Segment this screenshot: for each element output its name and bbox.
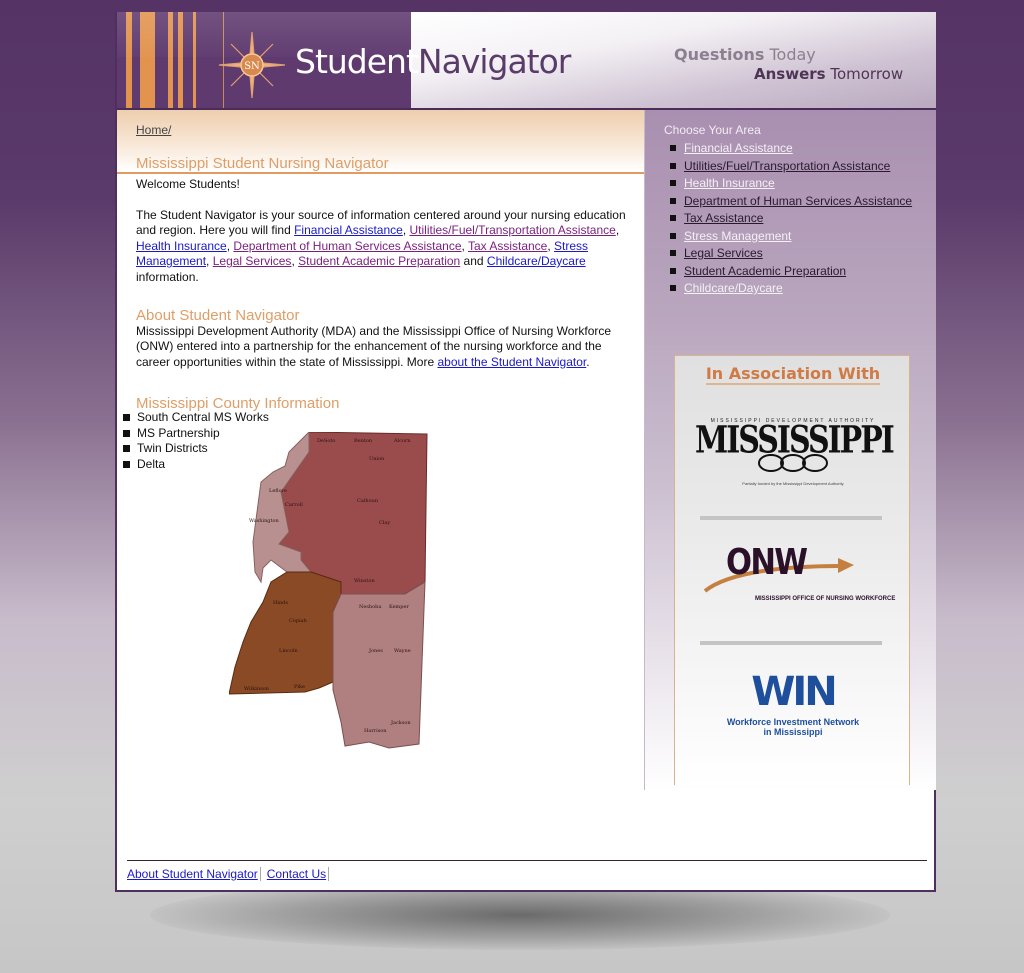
association-panel: In Association With MISSISSIPPI DEVELOPM…: [674, 355, 910, 785]
page-title: Mississippi Student Nursing Navigator: [136, 155, 389, 172]
onw-logo-name: ONW: [726, 542, 808, 583]
svg-text:Copiah: Copiah: [289, 618, 308, 624]
svg-text:Benton: Benton: [354, 438, 373, 444]
about-link[interactable]: about the Student Navigator: [437, 355, 586, 369]
sep: ,: [402, 223, 410, 237]
footer-divider: [127, 860, 927, 861]
svg-text:Harrison: Harrison: [364, 728, 387, 734]
footer-nav: About Student Navigator Contact Us: [127, 867, 335, 881]
svg-text:Wilkinson: Wilkinson: [244, 686, 270, 692]
brand-part1: Student: [295, 42, 419, 81]
onw-logo-sub: MISSISSIPPI OFFICE OF NURSING WORKFORCE: [755, 596, 896, 602]
sidebar: Choose Your Area Financial Assistance Ut…: [644, 110, 936, 790]
svg-text:Pike: Pike: [294, 684, 305, 690]
sidebar-item-dhs[interactable]: Department of Human Services Assistance: [684, 194, 912, 208]
svg-text:Jones: Jones: [368, 648, 383, 654]
intro-link-legal[interactable]: Legal Services: [213, 254, 292, 268]
county-item[interactable]: South Central MS Works: [123, 410, 269, 426]
onw-logo[interactable]: ONW MISSISSIPPI OFFICE OF NURSING WORKFO…: [700, 542, 895, 616]
win-logo-name: WIN: [751, 669, 837, 715]
sidebar-nav: Financial Assistance Utilities/Fuel/Tran…: [670, 140, 912, 298]
mda-logo-name: MISSISSIPPI: [695, 418, 895, 463]
svg-text:SN: SN: [244, 61, 260, 72]
sidebar-item-childcare[interactable]: Childcare/Daycare: [684, 281, 783, 295]
association-title: In Association With: [705, 364, 881, 385]
intro-link-health[interactable]: Health Insurance: [136, 239, 227, 253]
main-content: Home/ Mississippi Student Nursing Naviga…: [117, 110, 644, 860]
tagline-tomorrow: Tomorrow: [825, 65, 904, 83]
mda-logo[interactable]: MISSISSIPPI DEVELOPMENT AUTHORITY MISSIS…: [695, 418, 895, 486]
sep: ,: [206, 254, 213, 268]
svg-text:Winston: Winston: [354, 578, 375, 584]
svg-text:Carroll: Carroll: [285, 502, 303, 508]
svg-text:Lincoln: Lincoln: [279, 648, 299, 654]
footer-link-contact[interactable]: Contact Us: [266, 867, 330, 881]
win-logo-sub2: in Mississippi: [763, 727, 823, 737]
sidebar-item-stress[interactable]: Stress Management: [684, 229, 791, 243]
svg-text:Neshoba: Neshoba: [359, 604, 381, 610]
intro-link-dhs[interactable]: Department of Human Services Assistance: [233, 239, 461, 253]
intro-link-childcare[interactable]: Childcare/Daycare: [487, 254, 586, 268]
about-end: .: [586, 354, 590, 369]
svg-text:Leflore: Leflore: [269, 488, 287, 494]
association-title-wrap: In Association With: [675, 364, 911, 385]
logo-divider: [700, 641, 882, 645]
welcome-text: Welcome Students!: [136, 177, 240, 191]
svg-text:Wayne: Wayne: [394, 648, 411, 654]
site-logo[interactable]: StudentNavigator: [295, 42, 571, 81]
logo-divider: [700, 516, 882, 520]
intro-suffix: information.: [136, 269, 199, 284]
svg-text:Clay: Clay: [379, 520, 390, 526]
intro-link-tax[interactable]: Tax Assistance: [468, 239, 547, 253]
sep: ,: [547, 238, 555, 253]
svg-text:DeSoto: DeSoto: [317, 438, 335, 444]
sep: ,: [615, 223, 620, 237]
sidebar-item-health[interactable]: Health Insurance: [684, 176, 775, 190]
sidebar-title: Choose Your Area: [664, 123, 761, 137]
mississippi-county-map[interactable]: DeSoto Benton Alcorn Union Calhoun Clay Wins…: [229, 432, 429, 752]
sidebar-item-financial[interactable]: Financial Assistance: [684, 141, 793, 155]
site-header: SN StudentNavigator Questions Today Answ…: [117, 12, 936, 110]
page-container: SN StudentNavigator Questions Today Answ…: [115, 12, 936, 892]
about-paragraph: Mississippi Development Authority (MDA) …: [136, 324, 636, 371]
svg-text:Hinds: Hinds: [273, 600, 288, 606]
about-section: About Student Navigator Mississippi Deve…: [136, 308, 636, 370]
sep: and: [460, 254, 487, 268]
intro-link-financial[interactable]: Financial Assistance: [294, 223, 403, 237]
tagline: Questions Today Answers Tomorrow: [674, 45, 903, 83]
sidebar-item-utilities[interactable]: Utilities/Fuel/Transportation Assistance: [684, 159, 890, 173]
map-region-southwest[interactable]: [229, 571, 342, 695]
sidebar-item-legal[interactable]: Legal Services: [684, 246, 763, 260]
tagline-questions: Questions: [674, 45, 765, 64]
win-logo-sub1: Workforce Investment Network: [726, 717, 860, 727]
footer-link-about[interactable]: About Student Navigator: [127, 867, 261, 881]
brand-part2: Navigator: [417, 42, 571, 81]
svg-text:Alcorn: Alcorn: [393, 438, 411, 444]
intro-section: Welcome Students! The Student Navigator …: [136, 177, 631, 285]
svg-text:Kemper: Kemper: [389, 604, 409, 610]
tagline-answers: Answers: [754, 65, 826, 83]
svg-text:Washington: Washington: [249, 518, 280, 524]
intro-link-academic[interactable]: Student Academic Preparation: [298, 254, 460, 268]
breadcrumb-home[interactable]: Home/: [136, 123, 171, 137]
sidebar-item-tax[interactable]: Tax Assistance: [684, 211, 763, 225]
mda-logo-sub: Partially funded by the Mississippi Deve…: [742, 481, 844, 486]
compass-logo-icon: SN: [218, 31, 286, 99]
svg-text:Jackson: Jackson: [390, 720, 411, 726]
svg-text:Calhoun: Calhoun: [357, 498, 379, 504]
win-logo[interactable]: WIN Workforce Investment Network in Miss…: [695, 671, 891, 737]
tagline-today: Today: [764, 45, 816, 64]
intro-paragraph: The Student Navigator is your source of …: [136, 208, 631, 286]
intro-link-utilities[interactable]: Utilities/Fuel/Transportation Assistance: [410, 223, 616, 237]
svg-text:Union: Union: [369, 456, 385, 462]
about-heading: About Student Navigator: [136, 307, 300, 324]
sidebar-item-academic[interactable]: Student Academic Preparation: [684, 264, 846, 278]
